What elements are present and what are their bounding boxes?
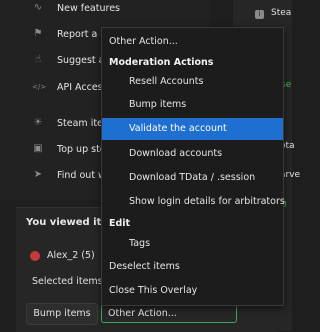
info-icon: i — [255, 10, 264, 19]
menu-item-close-overlay[interactable]: Close This Overlay — [102, 280, 283, 302]
bump-items-button[interactable]: Bump items — [26, 303, 98, 325]
wallet-icon: ▣ — [33, 143, 43, 154]
sidebar-item-label: Find out w — [57, 169, 106, 181]
menu-item-validate[interactable]: Validate the account — [102, 118, 283, 140]
right-panel-title: Stea — [271, 8, 292, 18]
sidebar-item-label: Report a b — [57, 28, 107, 40]
sidebar-item-label: New features — [57, 2, 120, 14]
thumbs-up-icon: ☝ — [34, 54, 42, 65]
sidebar-item-new-features[interactable]: ∿ New features — [0, 0, 210, 18]
other-action-button[interactable]: Other Action... — [101, 303, 237, 323]
sidebar-item-label: API Access — [57, 81, 108, 93]
menu-item-show-login[interactable]: Show login details for arbitrators — [102, 191, 285, 213]
menu-item-download-tdata[interactable]: Download TData / .session — [102, 167, 283, 189]
selected-items-label: Selected items: — [32, 276, 106, 287]
menu-item-resell[interactable]: Resell Accounts — [102, 71, 283, 93]
menu-item-deselect[interactable]: Deselect items — [102, 256, 283, 278]
send-icon: ➤ — [33, 169, 43, 180]
avatar — [30, 251, 40, 261]
menu-item-tags[interactable]: Tags — [102, 233, 283, 255]
user-name[interactable]: Alex_2 (5) — [47, 250, 95, 261]
steam-icon: ☀ — [33, 117, 43, 128]
flag-icon: ⚑ — [33, 28, 43, 39]
menu-item-download-accounts[interactable]: Download accounts — [102, 143, 283, 165]
other-action-menu: Other Action... Moderation Actions Resel… — [101, 27, 285, 306]
menu-item-bump[interactable]: Bump items — [102, 94, 283, 116]
code-icon: </> — [32, 83, 47, 91]
menu-item-other-action[interactable]: Other Action... — [102, 31, 283, 53]
sidebar-item-label: Top up ste — [57, 143, 106, 155]
pulse-icon: ∿ — [33, 2, 43, 13]
menu-header-edit: Edit — [109, 218, 131, 229]
